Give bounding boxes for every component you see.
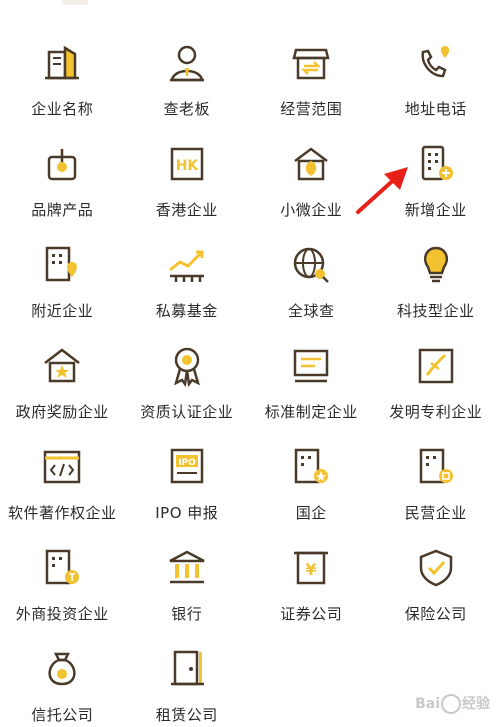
feature-label: IPO 申报 [155,502,218,523]
baidu-jingyan-watermark: Bai 经验 [415,693,490,714]
feature-item[interactable]: 全球查 [249,222,374,323]
feature-label: 科技型企业 [397,300,475,321]
feature-item[interactable]: 科技型企业 [374,222,498,323]
building-star-icon [290,446,332,488]
svg-text:¥: ¥ [306,560,317,579]
securities-scroll-icon: ¥ [290,547,332,589]
feature-label: 香港企业 [156,199,218,220]
feature-item[interactable]: 软件著作权企业 [0,424,125,525]
feature-label: 企业名称 [31,98,93,119]
watermark-brand: Bai [415,696,440,712]
lightbulb-icon [415,244,457,286]
feature-item[interactable]: 地址电话 [374,20,498,121]
feature-label: 经营范围 [280,98,342,119]
feature-item[interactable]: 企业名称 [0,20,125,121]
house-leaf-icon [290,143,332,185]
feature-item[interactable]: 经营范围 [249,20,374,121]
feature-item[interactable]: 发明专利企业 [374,323,498,424]
feature-label: 发明专利企业 [389,401,482,422]
feature-label: 资质认证企业 [140,401,233,422]
feature-item[interactable]: 保险公司 [374,525,498,626]
feature-item[interactable]: 国企 [249,424,374,525]
house-star-icon [41,345,83,387]
feature-item[interactable]: 附近企业 [0,222,125,323]
feature-label: 政府奖励企业 [16,401,109,422]
building-plus-icon [415,143,457,185]
hk-badge-icon: HK [166,143,208,185]
feature-item[interactable]: 标准制定企业 [249,323,374,424]
feature-label: 品牌产品 [31,199,93,220]
svg-text:IPO: IPO [178,458,196,468]
scroll-remnant [62,0,88,5]
award-ribbon-icon [166,345,208,387]
feature-item[interactable]: 外商投资企业 [0,525,125,626]
phone-pin-icon [415,42,457,84]
building-private-icon [415,446,457,488]
feature-label: 地址电话 [405,98,467,119]
brand-box-icon [41,143,83,185]
feature-item[interactable]: IPO IPO 申报 [125,424,250,525]
feature-item[interactable]: 信托公司 [0,626,125,727]
red-annotation-arrow-icon [354,164,412,216]
feature-label: 小微企业 [280,199,342,220]
feature-item[interactable]: 资质认证企业 [125,323,250,424]
feature-label: 新增企业 [405,199,467,220]
feature-item[interactable]: ¥ 证券公司 [249,525,374,626]
feature-label: 附近企业 [31,300,93,321]
watermark-suffix: 经验 [462,696,490,712]
building-foreign-icon [41,547,83,589]
patent-certificate-icon [415,345,457,387]
feature-label: 全球查 [288,300,335,321]
bank-icon [166,547,208,589]
ipo-document-icon: IPO [166,446,208,488]
feature-item[interactable]: 租赁公司 [125,626,250,727]
person-icon [166,42,208,84]
globe-search-icon [290,244,332,286]
paw-icon [441,694,461,714]
feature-item[interactable]: 银行 [125,525,250,626]
feature-label: 租赁公司 [156,704,218,725]
svg-text:HK: HK [175,158,199,174]
money-bag-icon [41,648,83,690]
growth-chart-icon [166,244,208,286]
feature-item[interactable]: 品牌产品 [0,121,125,222]
feature-label: 标准制定企业 [265,401,358,422]
shield-check-icon [415,547,457,589]
feature-item[interactable]: 私募基金 [125,222,250,323]
feature-label: 外商投资企业 [16,603,109,624]
monitor-doc-icon [290,345,332,387]
building-pin-icon [41,244,83,286]
feature-label: 软件著作权企业 [8,502,117,523]
feature-item[interactable]: 民营企业 [374,424,498,525]
feature-label: 证券公司 [280,603,342,624]
feature-label: 信托公司 [31,704,93,725]
feature-label: 银行 [171,603,202,624]
feature-label: 保险公司 [405,603,467,624]
feature-label: 私募基金 [156,300,218,321]
feature-label: 民营企业 [405,502,467,523]
building-doc-icon [41,42,83,84]
door-icon [166,648,208,690]
feature-label: 查老板 [163,98,210,119]
feature-item[interactable]: HK 香港企业 [125,121,250,222]
feature-item[interactable]: 政府奖励企业 [0,323,125,424]
feature-item[interactable]: 查老板 [125,20,250,121]
feature-grid: 企业名称 查老板 经营范围 地址电话品牌产品 HK 香港企业 小微企业 新增企业附近企业 私募基… [0,20,498,727]
code-window-icon [41,446,83,488]
storefront-icon [290,42,332,84]
feature-label: 国企 [296,502,327,523]
